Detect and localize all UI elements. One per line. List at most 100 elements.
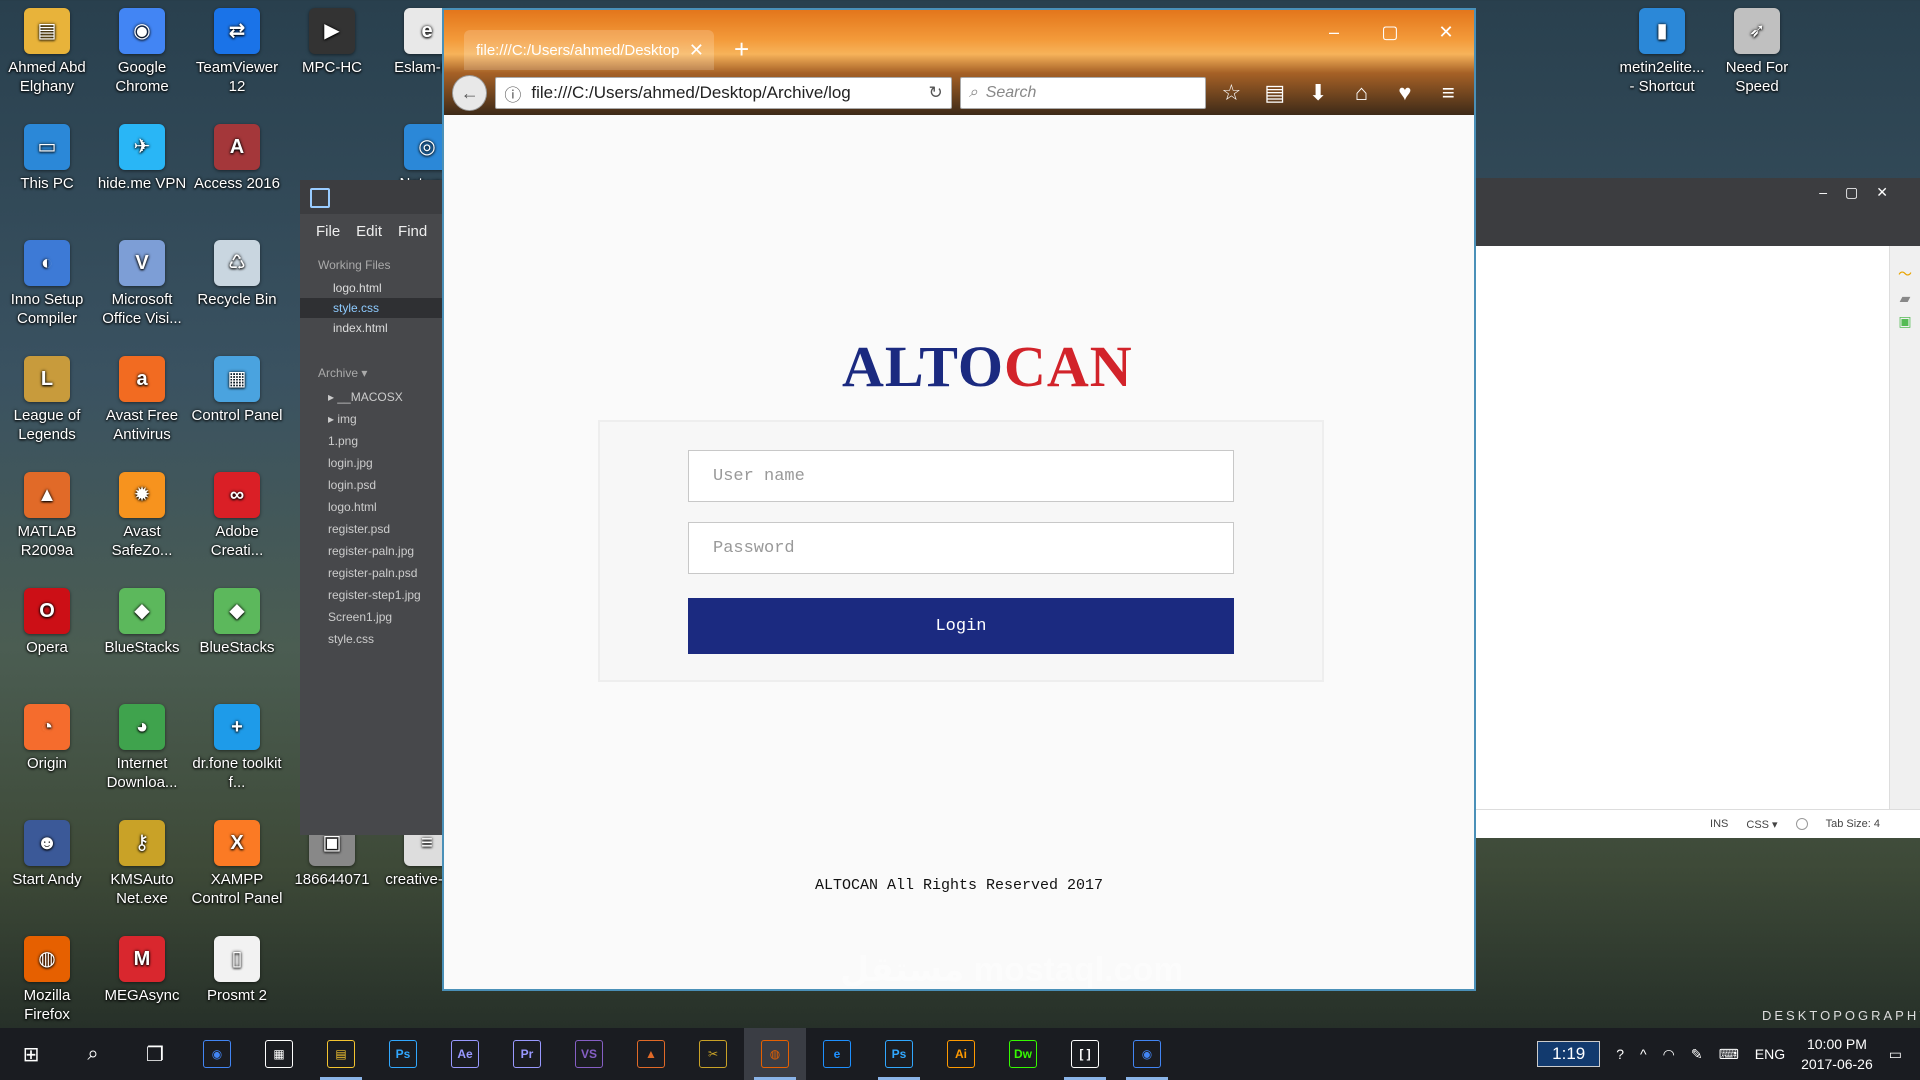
taskbar-tools-icon[interactable]: ✂ — [682, 1028, 744, 1080]
taskbar-store-icon[interactable]: ▦ — [248, 1028, 310, 1080]
extensions-icon[interactable]: ▰ — [1890, 290, 1920, 307]
taskbar-photoshop-2-icon[interactable]: Ps — [868, 1028, 930, 1080]
desktop-icon[interactable]: ◉ Google Chrome — [95, 8, 189, 96]
task-view-icon[interactable]: ❐ — [124, 1028, 186, 1080]
url-bar[interactable]: ⓘ file:///C:/Users/ahmed/Desktop/Archive… — [495, 77, 952, 109]
working-file-item[interactable]: logo.html — [300, 278, 444, 298]
desktop-icon[interactable]: ∞ Adobe Creati... — [190, 472, 284, 560]
taskbar-chrome-icon[interactable]: ◉ — [186, 1028, 248, 1080]
taskbar-visual-studio-icon[interactable]: VS — [558, 1028, 620, 1080]
reload-icon[interactable]: ↻ — [928, 83, 942, 103]
taskbar-illustrator-icon[interactable]: Ai — [930, 1028, 992, 1080]
wifi-icon[interactable]: ◠ — [1663, 1046, 1675, 1063]
maximize-icon[interactable]: ▢ — [1362, 10, 1418, 54]
taskbar-premiere-icon[interactable]: Pr — [496, 1028, 558, 1080]
desktop-icon[interactable]: ◆ BlueStacks — [190, 588, 284, 657]
tree-item[interactable]: register.psd — [300, 518, 444, 540]
menu-file[interactable]: File — [316, 223, 340, 240]
desktop-icon[interactable]: ▤ Ahmed Abd Elghany — [0, 8, 94, 96]
language-select[interactable]: CSS ▾ — [1746, 818, 1777, 831]
tree-item[interactable]: register-paln.jpg — [300, 540, 444, 562]
keyboard-icon[interactable]: ⌨ — [1719, 1046, 1739, 1063]
desktop-icon[interactable]: ⇄ TeamViewer 12 — [190, 8, 284, 96]
home-icon[interactable]: ⌂ — [1344, 76, 1379, 110]
timer-widget[interactable]: 1:19 — [1537, 1041, 1601, 1067]
tree-item[interactable]: Screen1.jpg — [300, 606, 444, 628]
desktop-icon[interactable]: ◆ BlueStacks — [95, 588, 189, 657]
menu-find[interactable]: Find — [398, 223, 427, 240]
desktop-icon[interactable]: A Access 2016 — [190, 124, 284, 193]
minimize-icon[interactable]: – — [1306, 10, 1362, 54]
reading-list-icon[interactable]: ▤ — [1257, 76, 1292, 110]
desktop-icon[interactable]: ◔ Origin — [0, 704, 94, 773]
desktop-icon[interactable]: ◕ Internet Downloa... — [95, 704, 189, 792]
menu-edit[interactable]: Edit — [356, 223, 382, 240]
tab-size[interactable]: Tab Size: 4 — [1826, 818, 1880, 830]
password-field[interactable] — [688, 522, 1234, 574]
back-icon[interactable]: ← — [452, 75, 488, 111]
chevron-up-icon[interactable]: ^ — [1640, 1046, 1647, 1062]
desktop-icon[interactable]: ▶ MPC-HC — [285, 8, 379, 77]
desktop-icon[interactable]: ✹ Avast SafeZo... — [95, 472, 189, 560]
desktop-icon[interactable]: ➶ Need For Speed — [1710, 8, 1804, 96]
start-button[interactable]: ⊞ — [0, 1028, 62, 1080]
info-icon[interactable]: ⓘ — [504, 81, 521, 106]
menu-icon[interactable]: ≡ — [1431, 76, 1466, 110]
download-icon[interactable]: ⬇ — [1300, 76, 1335, 110]
desktop-icon[interactable]: ♺ Recycle Bin — [190, 240, 284, 309]
extension-icon[interactable]: ▣ — [1890, 313, 1920, 330]
taskbar-after-effects-icon[interactable]: Ae — [434, 1028, 496, 1080]
new-tab-icon[interactable]: + — [734, 34, 749, 65]
desktop-icon[interactable]: ▲ MATLAB R2009a — [0, 472, 94, 560]
taskbar-edge-icon[interactable]: e — [806, 1028, 868, 1080]
help-icon[interactable]: ? — [1616, 1046, 1624, 1062]
tree-item[interactable]: ▸ __MACOSX — [300, 386, 444, 408]
taskbar-firefox-icon[interactable]: ◍ — [744, 1028, 806, 1080]
tree-item[interactable]: 1.png — [300, 430, 444, 452]
login-button[interactable]: Login — [688, 598, 1234, 654]
tree-item[interactable]: login.psd — [300, 474, 444, 496]
live-preview-icon[interactable]: 〜 — [1890, 264, 1920, 284]
working-file-item[interactable]: index.html — [300, 318, 444, 338]
desktop-icon[interactable]: X XAMPP Control Panel — [190, 820, 284, 908]
taskbar-photoshop-icon[interactable]: Ps — [372, 1028, 434, 1080]
tree-item[interactable]: login.jpg — [300, 452, 444, 474]
pocket-icon[interactable]: ♥ — [1387, 76, 1422, 110]
desktop-icon[interactable]: + dr.fone toolkit f... — [190, 704, 284, 792]
bookmark-star-icon[interactable]: ☆ — [1214, 76, 1249, 110]
tree-item[interactable]: register-step1.jpg — [300, 584, 444, 606]
project-dropdown[interactable]: Archive ▾ — [300, 356, 444, 386]
desktop-icon[interactable]: a Avast Free Antivirus — [95, 356, 189, 444]
notifications-icon[interactable]: ▭ — [1889, 1046, 1902, 1063]
taskbar-dreamweaver-icon[interactable]: Dw — [992, 1028, 1054, 1080]
tree-item[interactable]: register-paln.psd — [300, 562, 444, 584]
desktop-icon[interactable]: V Microsoft Office Visi... — [95, 240, 189, 328]
taskbar-matlab-icon[interactable]: ▲ — [620, 1028, 682, 1080]
desktop-icon[interactable]: ☻ Start Andy — [0, 820, 94, 889]
desktop-icon[interactable]: L League of Legends — [0, 356, 94, 444]
desktop-icon[interactable]: ▯ Prosmt 2 — [190, 936, 284, 1005]
desktop-icon[interactable]: ✈ hide.me VPN — [95, 124, 189, 193]
ins-indicator[interactable]: INS — [1710, 818, 1728, 830]
desktop-icon[interactable]: ⚷ KMSAuto Net.exe — [95, 820, 189, 908]
desktop-icon[interactable]: ◐ Inno Setup Compiler — [0, 240, 94, 328]
browser-tab[interactable]: file:///C:/Users/ahmed/Desktop ✕ — [464, 30, 714, 70]
close-icon[interactable]: ✕ — [1418, 10, 1474, 54]
desktop-icon[interactable]: M MEGAsync — [95, 936, 189, 1005]
desktop-icon[interactable]: ▦ Control Panel — [190, 356, 284, 425]
tree-item[interactable]: ▸ img — [300, 408, 444, 430]
brackets-window-controls[interactable]: –▢✕ — [1475, 178, 1920, 207]
language-indicator[interactable]: ENG — [1755, 1046, 1785, 1062]
taskbar-brackets-icon[interactable]: [ ] — [1054, 1028, 1116, 1080]
taskbar-file-explorer-icon[interactable]: ▤ — [310, 1028, 372, 1080]
pen-icon[interactable]: ✎ — [1691, 1046, 1703, 1063]
tree-item[interactable]: style.css — [300, 628, 444, 650]
desktop-icon[interactable]: ▭ This PC — [0, 124, 94, 193]
desktop-icon[interactable]: O Opera — [0, 588, 94, 657]
desktop-icon[interactable]: ▮ metin2elite... - Shortcut — [1615, 8, 1709, 96]
taskbar-chrome-2-icon[interactable]: ◉ — [1116, 1028, 1178, 1080]
working-file-item-selected[interactable]: style.css — [300, 298, 444, 318]
tree-item[interactable]: logo.html — [300, 496, 444, 518]
search-icon[interactable]: ⌕ — [62, 1028, 124, 1080]
search-bar[interactable]: ⌕ Search — [959, 77, 1206, 109]
